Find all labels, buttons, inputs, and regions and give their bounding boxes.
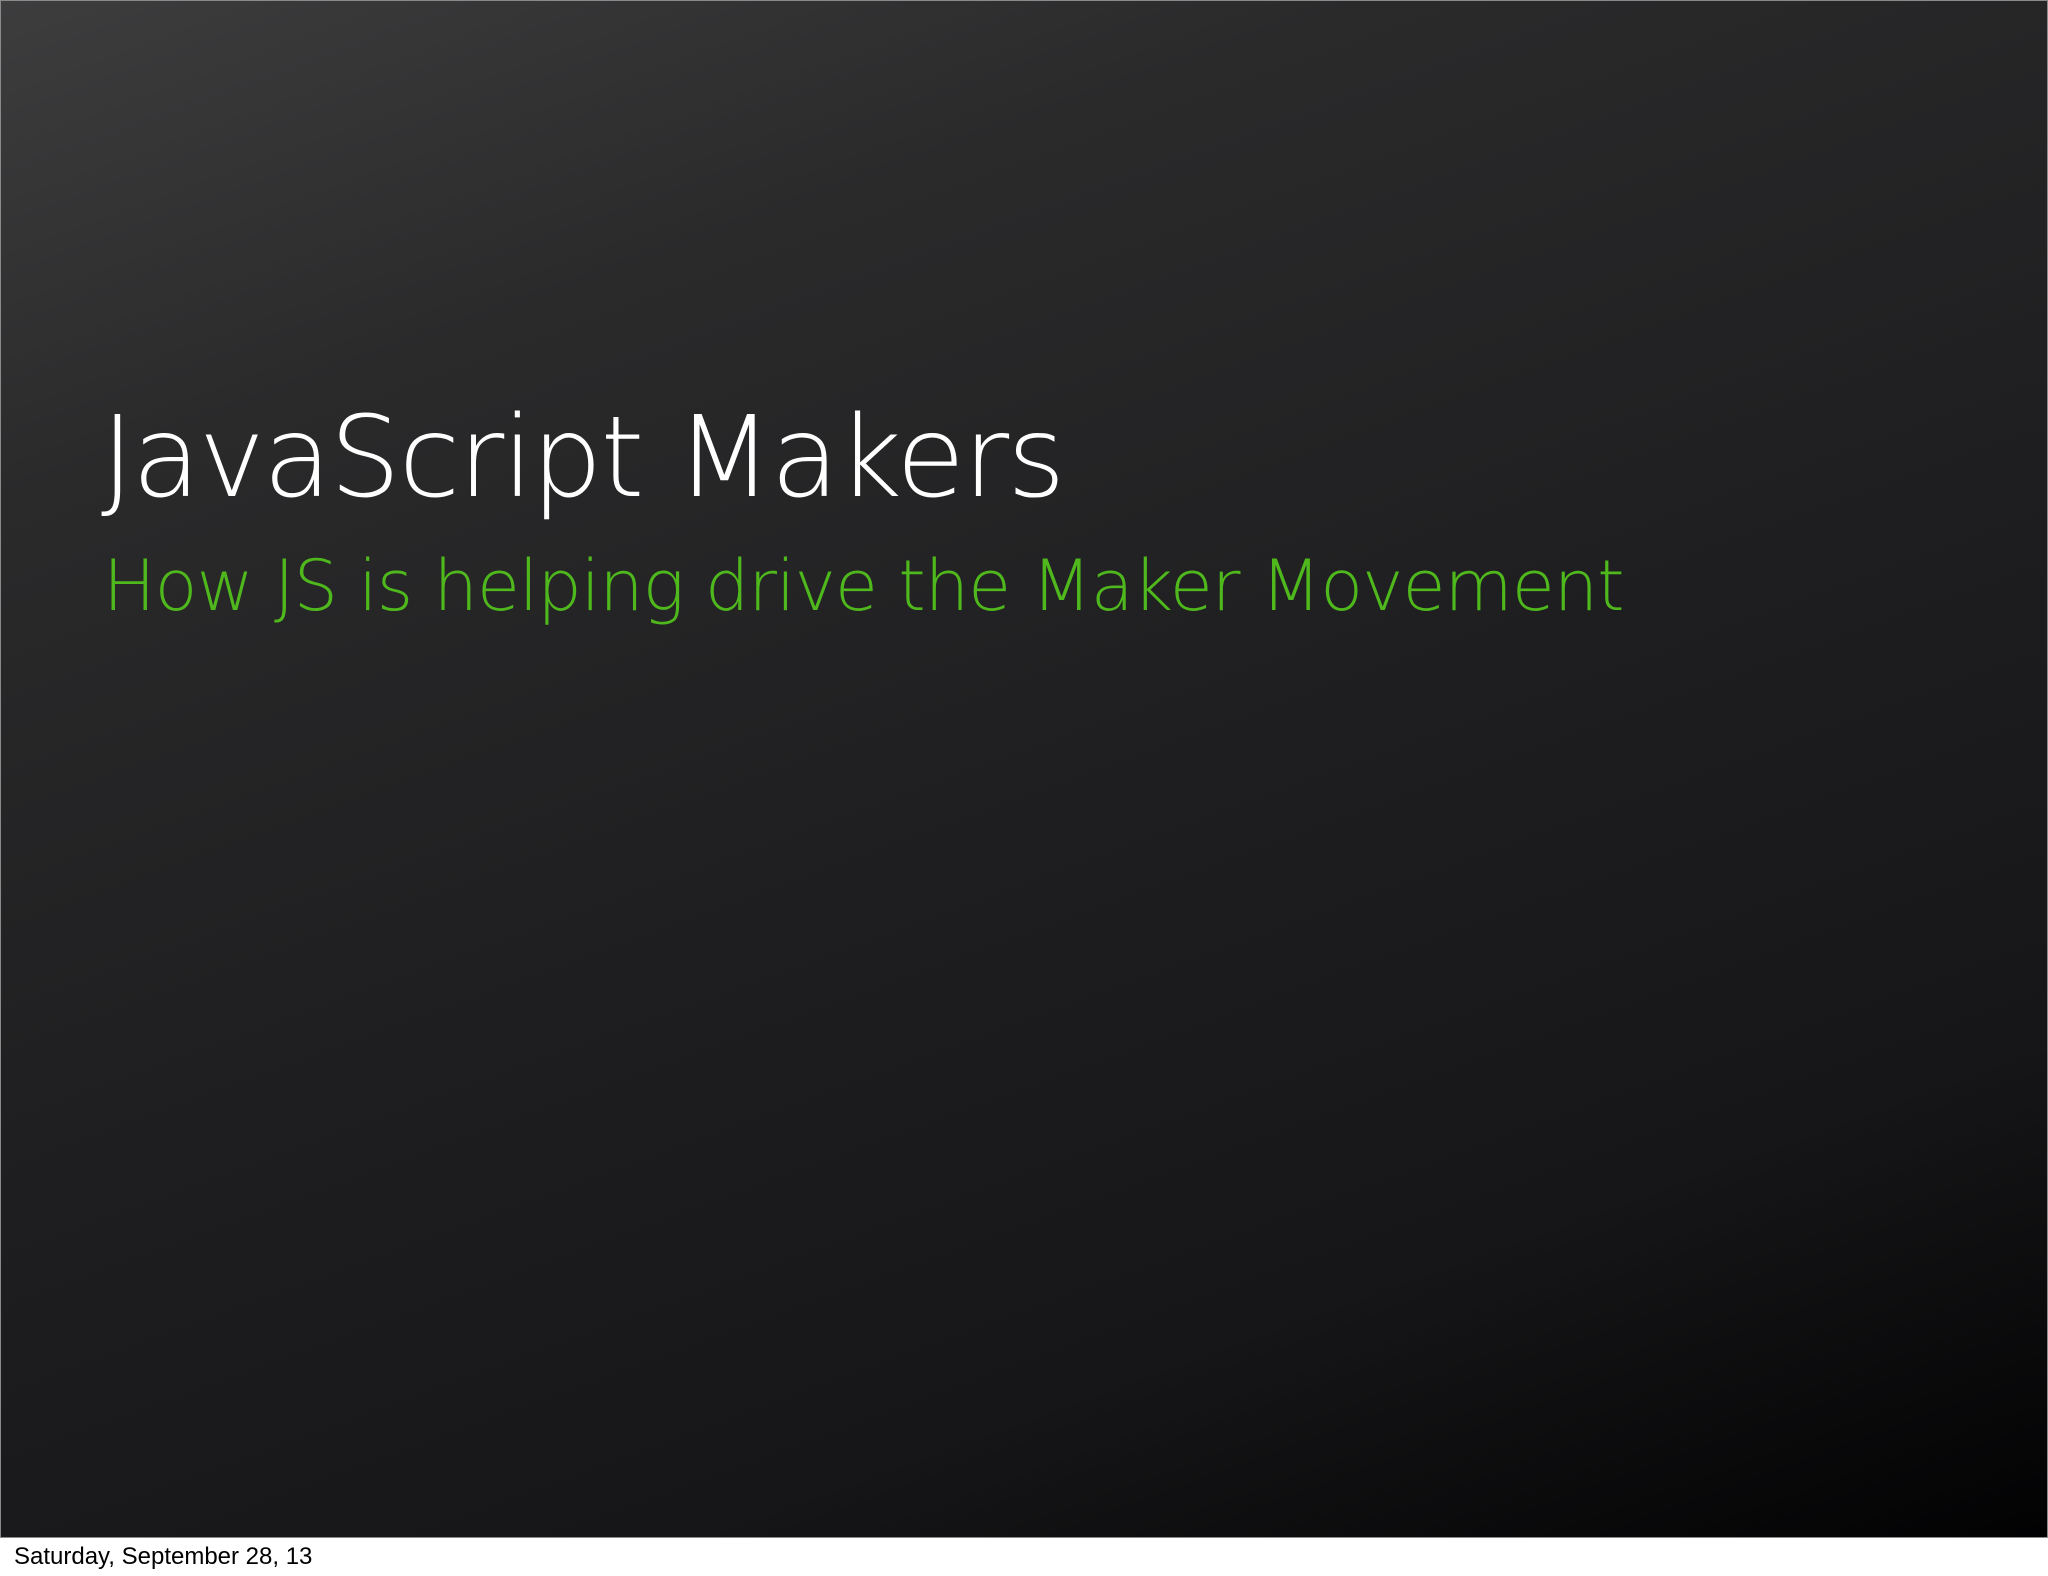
slide: JavaScript Makers How JS is helping driv… <box>0 0 2048 1538</box>
slide-subtitle: How JS is helping drive the Maker Moveme… <box>103 545 1625 627</box>
page: JavaScript Makers How JS is helping driv… <box>0 0 2048 1576</box>
footer-date: Saturday, September 28, 13 <box>14 1543 313 1570</box>
slide-title: JavaScript Makers <box>101 393 1065 523</box>
